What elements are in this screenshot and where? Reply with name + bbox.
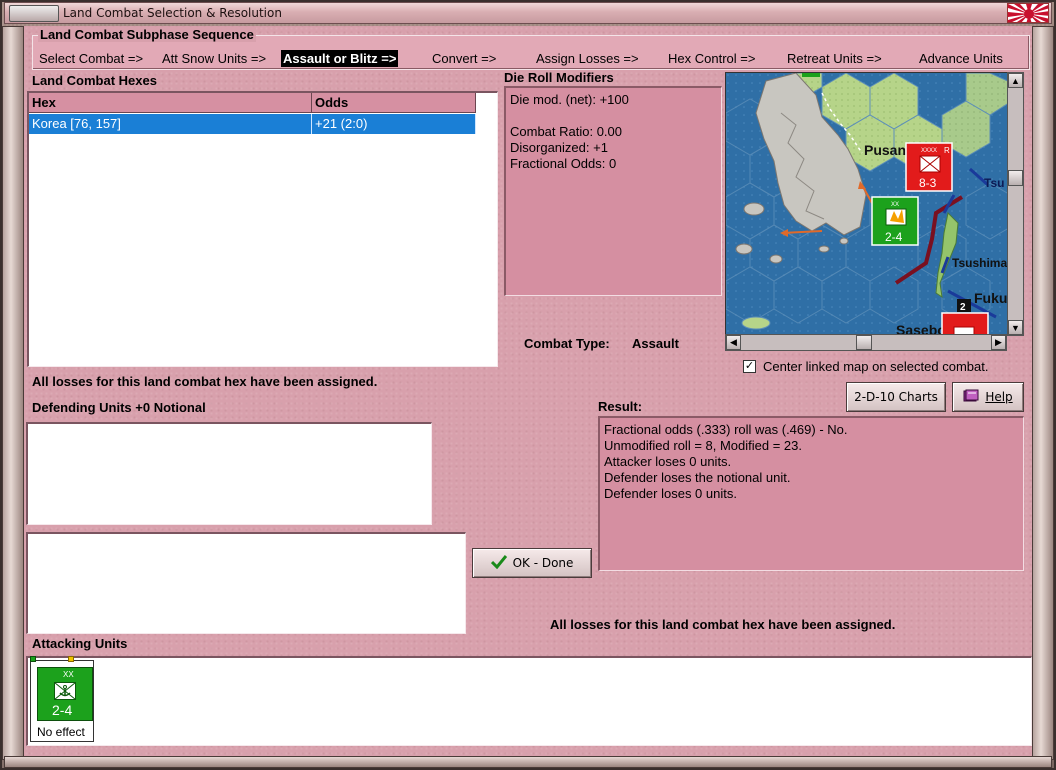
right-border-rail xyxy=(1032,26,1054,760)
result-line: Fractional odds (.333) roll was (.469) -… xyxy=(604,422,848,437)
result-title: Result: xyxy=(598,399,643,414)
map-unit-a-size: XXXX xyxy=(921,148,937,154)
result-line: Unmodified roll = 8, Modified = 23. xyxy=(604,438,802,453)
losses-assigned-message-right: All losses for this land combat hex have… xyxy=(550,617,896,632)
title-bar[interactable]: Land Combat Selection & Resolution xyxy=(4,2,1052,24)
result-line: Defender loses the notional unit. xyxy=(604,470,791,485)
defending-units-detail[interactable] xyxy=(26,532,466,634)
scroll-right-arrow-icon[interactable]: ▶ xyxy=(991,335,1006,350)
combat-type-label: Combat Type: xyxy=(524,336,610,351)
charts-button-label: 2-D-10 Charts xyxy=(854,390,938,404)
map-unit-b-size: XX xyxy=(891,202,899,208)
seq-step-assault-or-blitz: Assault or Blitz => xyxy=(281,50,399,67)
attacking-unit-card[interactable]: XX 2-4 No effect xyxy=(30,660,94,742)
marine-anchor-icon xyxy=(54,682,76,703)
attacking-unit-counter[interactable]: XX 2-4 xyxy=(37,667,93,721)
window-title: Land Combat Selection & Resolution xyxy=(63,6,282,20)
map-label-tsushima: Tsushima xyxy=(952,256,1007,270)
seq-step-hex-control: Hex Control => xyxy=(668,51,756,66)
center-map-label[interactable]: Center linked map on selected combat. xyxy=(763,359,988,374)
land-combat-hexes-title: Land Combat Hexes xyxy=(32,73,157,88)
attacking-units-list[interactable] xyxy=(26,656,1032,746)
map-vertical-scrollbar[interactable]: ▲ ▼ xyxy=(1007,72,1024,336)
map-unit-c-badge: 2 xyxy=(960,302,966,313)
seq-step-convert: Convert => xyxy=(432,51,497,66)
unit-status: No effect xyxy=(37,725,85,739)
bottom-border-rail xyxy=(4,756,1052,768)
map-unit-a-strength: 8-3 xyxy=(919,176,937,190)
map-canvas[interactable]: Pusan Tsu Tsushima Fuku Sasebo XXXX R 8-… xyxy=(726,73,1011,336)
unit-flag-green-icon xyxy=(30,656,36,662)
column-header-hex[interactable]: Hex xyxy=(29,93,312,113)
scroll-up-arrow-icon[interactable]: ▲ xyxy=(1008,73,1023,88)
modifier-line: Fractional Odds: 0 xyxy=(510,156,617,171)
unit-flag-yellow-icon xyxy=(68,656,74,662)
die-roll-modifiers-panel: Die mod. (net): +100 Combat Ratio: 0.00 … xyxy=(504,86,722,296)
result-panel: Fractional odds (.333) roll was (.469) -… xyxy=(598,416,1024,571)
ok-done-label: OK - Done xyxy=(512,556,574,570)
scroll-down-arrow-icon[interactable]: ▼ xyxy=(1008,320,1023,335)
scroll-left-arrow-icon[interactable]: ◀ xyxy=(726,335,741,350)
unit-strength: 2-4 xyxy=(52,702,73,718)
map-unit-green-marine[interactable]: XX 2-4 xyxy=(871,196,919,246)
subphase-sequence-title: Land Combat Subphase Sequence xyxy=(38,27,256,42)
map-label-fuku: Fuku xyxy=(974,290,1007,306)
map-label-tsu: Tsu xyxy=(984,176,1004,190)
map-label-pusan: Pusan xyxy=(864,142,906,158)
rising-sun-flag-icon xyxy=(1007,3,1049,23)
unit-size-marker: XX xyxy=(63,670,74,679)
column-header-odds[interactable]: Odds xyxy=(312,93,476,113)
seq-step-select-combat: Select Combat => xyxy=(39,51,144,66)
dialog-content: Land Combat Subphase Sequence Select Com… xyxy=(24,26,1032,756)
defending-units-list[interactable] xyxy=(26,422,432,525)
scroll-thumb-horizontal[interactable] xyxy=(856,335,872,350)
seq-step-advance-units: Advance Units xyxy=(919,51,1003,66)
system-menu-button[interactable] xyxy=(9,5,59,22)
linked-map[interactable]: Pusan Tsu Tsushima Fuku Sasebo XXXX R 8-… xyxy=(725,72,1011,336)
seq-step-att-snow-units: Att Snow Units => xyxy=(162,51,267,66)
modifier-line: Combat Ratio: 0.00 xyxy=(510,124,623,139)
help-button[interactable]: Help xyxy=(952,382,1024,412)
map-horizontal-scrollbar[interactable]: ◀ ▶ xyxy=(725,334,1007,351)
center-map-checkbox[interactable]: ✓ xyxy=(743,360,756,373)
hex-row-hex-cell[interactable]: Korea [76, 157] xyxy=(29,114,312,134)
charts-button[interactable]: 2-D-10 Charts xyxy=(846,382,946,412)
land-combat-hexes-grid[interactable]: Hex Odds Korea [76, 157] +21 (2:0) xyxy=(27,91,498,367)
map-unit-a-corner: R xyxy=(944,146,950,155)
losses-assigned-message-left: All losses for this land combat hex have… xyxy=(32,374,378,389)
hex-row-odds-cell[interactable]: +21 (2:0) xyxy=(312,114,476,134)
combat-type-value: Assault xyxy=(632,336,679,351)
modifier-line: Die mod. (net): +100 xyxy=(510,92,629,107)
attacking-units-title: Attacking Units xyxy=(32,636,128,651)
die-roll-modifiers-title: Die Roll Modifiers xyxy=(504,70,614,85)
help-button-label: Help xyxy=(985,390,1013,404)
checkmark-icon xyxy=(490,554,507,572)
scroll-thumb-vertical[interactable] xyxy=(1008,170,1023,186)
left-border-rail xyxy=(2,26,24,760)
help-book-icon xyxy=(963,389,979,406)
modifier-line xyxy=(510,108,717,124)
defending-units-title: Defending Units +0 Notional xyxy=(32,400,206,415)
ok-done-button[interactable]: OK - Done xyxy=(472,548,592,578)
map-unit-red-army[interactable]: XXXX R 8-3 xyxy=(905,142,953,192)
result-line: Attacker loses 0 units. xyxy=(604,454,732,469)
map-unit-b-strength: 2-4 xyxy=(885,230,903,244)
modifier-line: Disorganized: +1 xyxy=(510,140,608,155)
seq-step-retreat-units: Retreat Units => xyxy=(787,51,882,66)
result-line: Defender loses 0 units. xyxy=(604,486,737,501)
seq-step-assign-losses: Assign Losses => xyxy=(536,51,639,66)
